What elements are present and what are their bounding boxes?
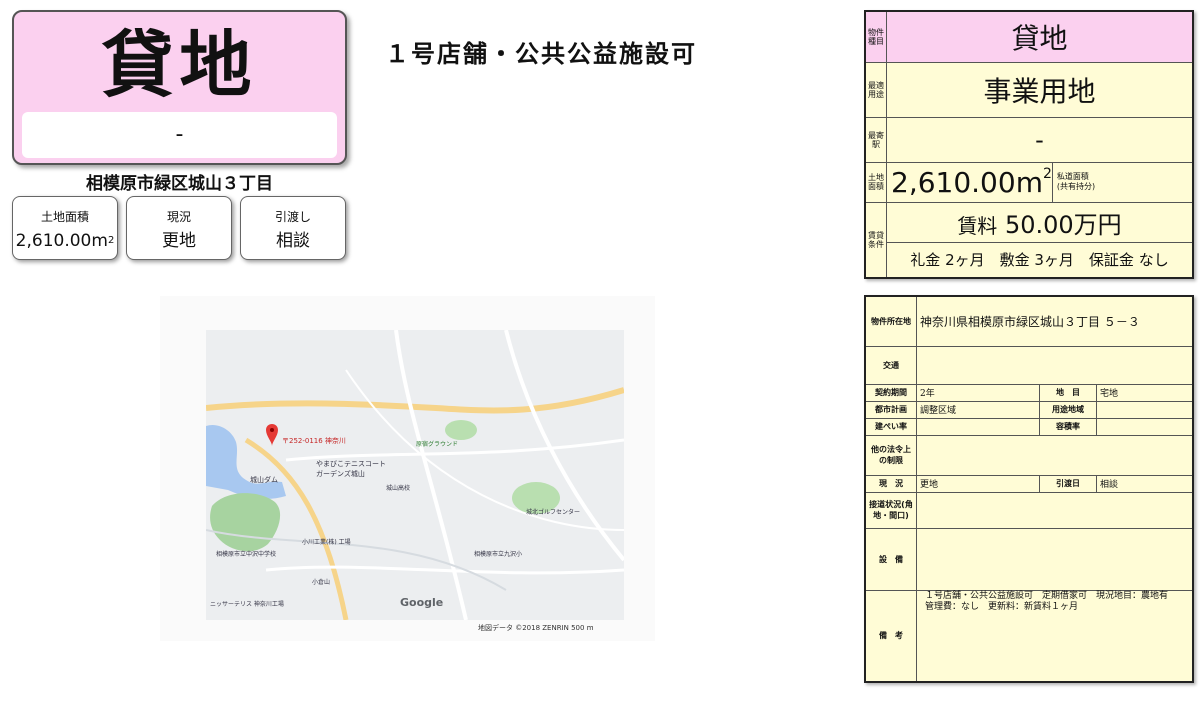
private-road-label: 私道面積 (共有持分) <box>1051 161 1194 203</box>
area-value: 2,610.00m <box>891 165 1043 199</box>
row-val2-1 <box>1096 400 1194 419</box>
status-card: 現況 更地 <box>126 196 232 260</box>
google-logo: Google <box>400 596 443 609</box>
row-key2-0: 地 目 <box>1039 383 1097 402</box>
rent-value: 50.00万円 <box>1004 210 1122 239</box>
row-key-0: 契約期間 <box>864 383 917 402</box>
map-place-6: 城北ゴルフセンター <box>526 508 580 516</box>
map-place-10: ガーデンズ城山 <box>316 469 365 478</box>
row-key-2: 建ぺい率 <box>864 417 917 436</box>
use-label: 最適用途 <box>864 61 887 118</box>
conditions-label: 賃貸条件 <box>864 201 887 279</box>
station-value: - <box>886 116 1194 163</box>
map-panel: 〒252-0116 神奈川 城山ダム やまびこテニスコート 相模原市立中沢中学校… <box>160 296 655 641</box>
rent-label: 賃料 <box>957 213 998 238</box>
area-sup: 2 <box>1042 165 1052 182</box>
handover-row-value: 相談 <box>1096 474 1194 493</box>
map-place-1: やまびこテニスコート <box>316 460 386 468</box>
land-area-sup: 2 <box>107 235 115 246</box>
status-label: 現況 <box>166 210 191 224</box>
map-place-5: 相模原市立九沢小 <box>474 550 522 558</box>
land-area-label: 土地面積 <box>40 210 89 224</box>
map-footer: 地図データ ©2018 ZENRIN 500 m <box>478 624 594 632</box>
map-place-2: 相模原市立中沢中学校 <box>216 550 276 558</box>
map-place-8: 小倉山 <box>312 578 330 586</box>
row-val2-0: 宅地 <box>1096 383 1194 402</box>
row-key2-1: 用途地域 <box>1039 400 1097 419</box>
status-value: 更地 <box>162 231 196 251</box>
use-value: 事業用地 <box>886 61 1194 118</box>
spec-table: 物件種目 貸地 最適用途 事業用地 最寄駅 - 土地面積 2,610.00m2 … <box>864 10 1194 279</box>
area-label: 土地面積 <box>864 161 887 203</box>
map-place-3: 城山高校 <box>386 484 410 492</box>
short-address: 相模原市緑区城山３丁目 <box>86 174 273 194</box>
handover-label: 引渡し <box>274 210 311 224</box>
row-key2-2: 容積率 <box>1039 417 1097 436</box>
row-val2-2 <box>1096 417 1194 436</box>
map-place-9: ニッサーテリス 神奈川工場 <box>210 600 284 608</box>
facility-label: 設 備 <box>864 527 917 591</box>
status-row-value: 更地 <box>916 474 1040 493</box>
station-label: 最寄駅 <box>864 116 887 163</box>
other-law-label: 他の法令上の制限 <box>864 434 917 476</box>
map-graphic: 〒252-0116 神奈川 城山ダム やまびこテニスコート 相模原市立中沢中学校… <box>206 330 624 620</box>
row-key-1: 都市計画 <box>864 400 917 419</box>
handover-card: 引渡し 相談 <box>240 196 346 260</box>
land-area-card: 土地面積 2,610.00m2 <box>12 196 118 260</box>
handover-value: 相談 <box>276 231 310 251</box>
access-label: 接道状況(角地・間口) <box>864 491 917 529</box>
price-box: - <box>22 112 337 158</box>
property-type-title: 貸地 <box>101 23 258 107</box>
headline: １号店舗・公共公益施設可 <box>385 40 697 68</box>
row-val-0: 2年 <box>916 383 1040 402</box>
status-row-label: 現 況 <box>864 474 917 493</box>
terms-value: 礼金 2ヶ月 敷金 3ヶ月 保証金 なし <box>886 241 1194 279</box>
type-label: 物件種目 <box>864 10 887 63</box>
row-val-1: 調整区域 <box>916 400 1040 419</box>
land-area-value: 2,610.00m <box>15 231 108 251</box>
map-place-7: 原宿グラウンド <box>416 440 458 448</box>
property-type-card: 貸地 - <box>12 10 347 165</box>
location-label: 物件所在地 <box>864 295 917 347</box>
detail-table: 物件所在地 神奈川県相模原市緑区城山３丁目 ５－３ 交通 契約期間 2年 地 目… <box>864 295 1194 683</box>
map-pin-label: 〒252-0116 神奈川 <box>282 436 346 445</box>
location-value: 神奈川県相模原市緑区城山３丁目 ５－３ <box>916 295 1194 347</box>
handover-row-label: 引渡日 <box>1039 474 1097 493</box>
map-place-4: 小川工業(株) 工場 <box>302 538 351 546</box>
transport-label: 交通 <box>864 345 917 385</box>
map-place-0: 城山ダム <box>250 475 278 484</box>
remarks-label: 備 考 <box>864 589 917 683</box>
map-image: 〒252-0116 神奈川 城山ダム やまびこテニスコート 相模原市立中沢中学校… <box>206 330 624 620</box>
row-val-2 <box>916 417 1040 436</box>
remarks-value: １号店舗・公共公益施設可 定期借家可 現況地目：農地有 管理費：なし 更新料：新… <box>916 589 1194 683</box>
type-value: 貸地 <box>886 10 1194 63</box>
